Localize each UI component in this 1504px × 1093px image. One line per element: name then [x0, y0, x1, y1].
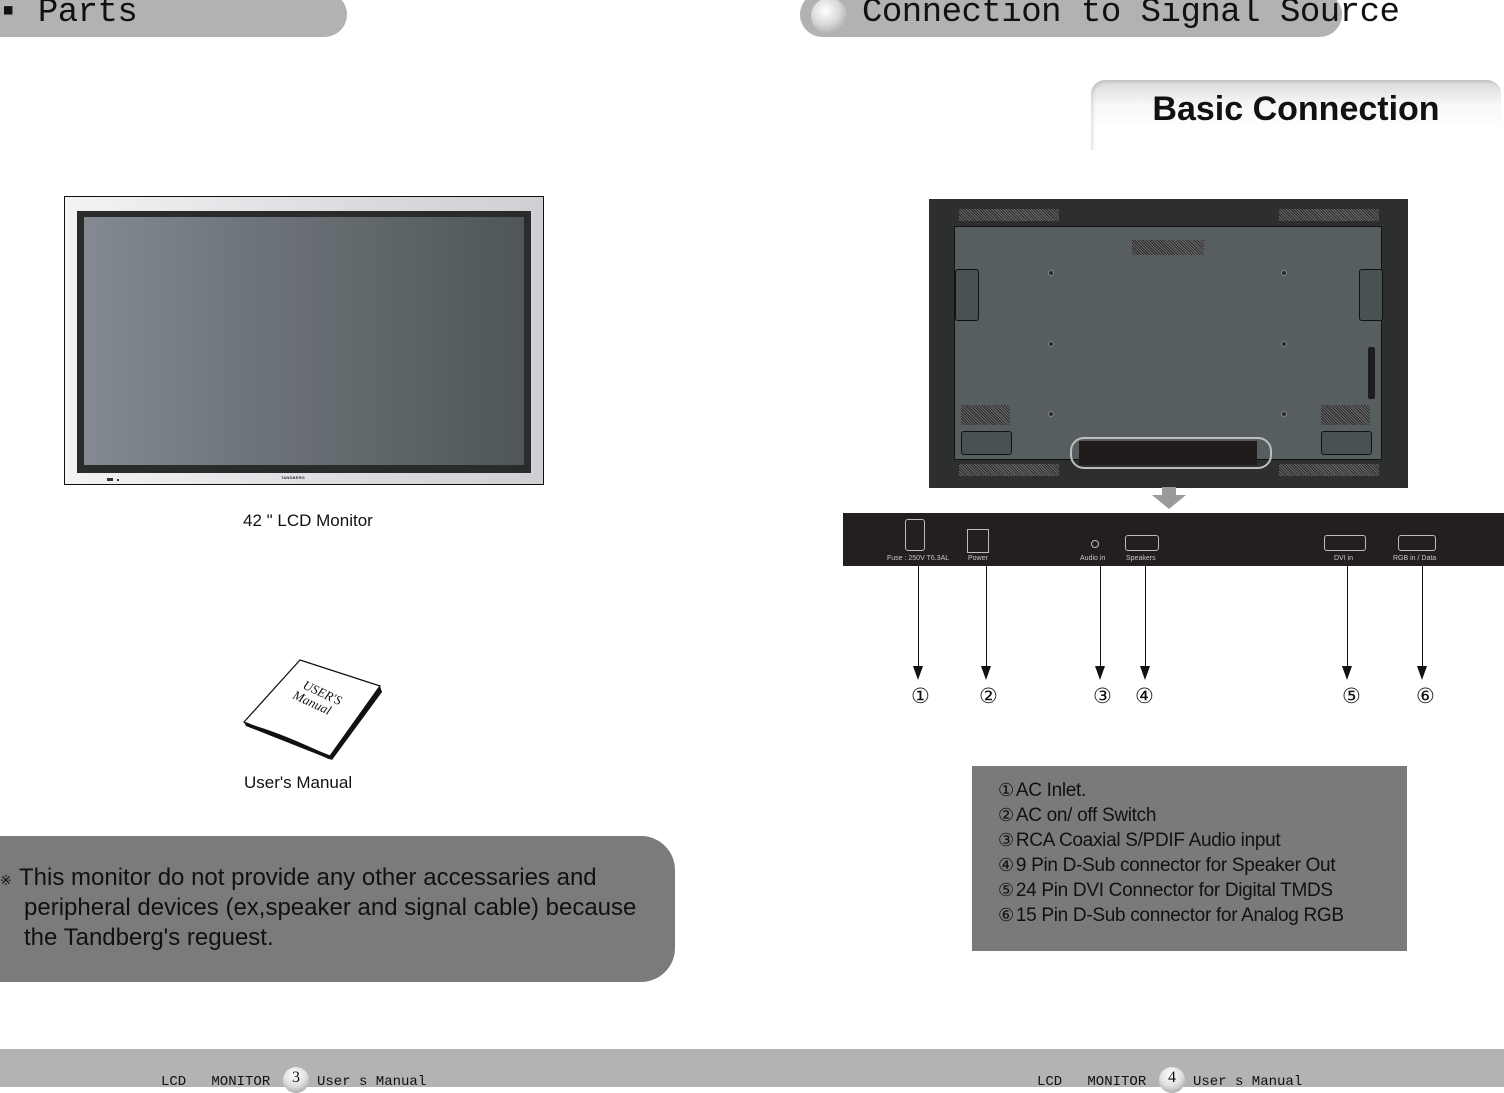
control-buttons-strip [1368, 347, 1375, 399]
legend-text: RCA Coaxial S/PDIF Audio input [1015, 830, 1281, 851]
manual-caption: User's Manual [244, 773, 353, 792]
monitor-brand-mark: TANDBERG [281, 475, 305, 480]
legend-number: ⑥ [998, 905, 1014, 925]
footer-left-label-p3: LCD MONITOR [161, 1074, 271, 1090]
legend-item: ④9 Pin D-Sub connector for Speaker Out [998, 855, 1336, 877]
parts-title-text: Parts [37, 0, 138, 32]
sensor-dot-icon [117, 479, 119, 481]
monitor-screen [84, 217, 524, 465]
note-line-3: the Tandberg's reguest. [24, 924, 274, 951]
footer-left-label-p4: LCD MONITOR [1037, 1074, 1147, 1090]
legend-text: 9 Pin D-Sub connector for Speaker Out [1015, 855, 1336, 876]
footer-right-label-p3: User s Manual [317, 1074, 427, 1090]
monitor-bezel [77, 211, 531, 473]
zoom-down-arrow-icon [1152, 487, 1186, 509]
footer-right-label-p4: User s Manual [1193, 1074, 1303, 1090]
monitor-caption: 42 " LCD Monitor [243, 511, 373, 530]
note-reference-mark-icon: ※ [0, 872, 12, 888]
vent-grille [1132, 240, 1204, 255]
bottom-handle [1321, 431, 1372, 455]
pointer-number-1: ① [911, 685, 930, 708]
legend-number: ⑤ [998, 880, 1014, 900]
legend-item: ① AC Inlet. [998, 780, 1086, 802]
legend-number: ③ [998, 830, 1014, 850]
label-dvi-in: DVI in [1334, 555, 1354, 562]
io-panel-highlight [1070, 437, 1272, 469]
vent-grille [961, 405, 1010, 425]
arrowhead-5-icon [1342, 666, 1352, 680]
mount-screw [1281, 270, 1287, 276]
pointer-number-2: ② [979, 685, 998, 708]
vent-grille [1279, 209, 1379, 221]
pointer-line-3 [1100, 566, 1101, 666]
legend-number: ① [998, 780, 1014, 800]
audio-in-jack-icon [1091, 540, 1099, 548]
connection-section-title: Connection to Signal Source [862, 0, 1400, 32]
side-handle [955, 269, 979, 321]
pointer-number-6: ⑥ [1416, 685, 1435, 708]
arrowhead-2-icon [981, 666, 991, 680]
pointer-line-2 [986, 566, 987, 666]
vent-grille [959, 464, 1059, 476]
rgb-dsub-icon [1398, 535, 1436, 551]
legend-number: ② [998, 805, 1014, 825]
legend-text: 15 Pin D-Sub connector for Analog RGB [1015, 905, 1344, 926]
label-power: Power [968, 555, 988, 562]
legend-item: ② AC on/ off Switch [998, 805, 1156, 827]
pointer-line-4 [1145, 566, 1146, 666]
side-handle [1359, 269, 1383, 321]
mount-screw [1048, 341, 1054, 347]
users-manual-book-icon: USER'S Manual [242, 659, 382, 760]
connector-panel-closeup: Fuse : 250V T6.3AL Power Audio in Speake… [843, 513, 1504, 566]
speakers-dsub-icon [1125, 535, 1159, 551]
vent-grille [959, 209, 1059, 221]
label-speakers: Speakers [1126, 555, 1156, 562]
label-audio-in: Audio in [1080, 555, 1106, 562]
ac-inlet-icon [905, 519, 925, 551]
bottom-handle [961, 431, 1012, 455]
arrowhead-6-icon [1417, 666, 1427, 680]
rear-panel [954, 226, 1383, 460]
arrowhead-4-icon [1140, 666, 1150, 680]
vent-grille [1321, 405, 1370, 425]
pointer-number-4: ④ [1135, 685, 1154, 708]
basic-connection-title: Basic Connection [1152, 90, 1440, 128]
arrowhead-3-icon [1095, 666, 1105, 680]
power-led-icon [107, 478, 113, 481]
mount-screw [1281, 411, 1287, 417]
pointer-line-6 [1422, 566, 1423, 666]
pointer-number-5: ⑤ [1342, 685, 1361, 708]
legend-item: ⑤ 24 Pin DVI Connector for Digital TMDS [998, 880, 1333, 902]
vent-grille [1279, 464, 1379, 476]
note-line-1: This monitor do not provide any other ac… [19, 864, 597, 891]
basic-connection-tab: Basic Connection [1091, 80, 1501, 150]
arrowhead-1-icon [913, 666, 923, 680]
lcd-monitor-front-image: TANDBERG [64, 196, 544, 485]
label-fuse: Fuse : 250V T6.3AL [887, 555, 950, 562]
dvi-port-icon [1324, 535, 1366, 551]
legend-item: ③ RCA Coaxial S/PDIF Audio input [998, 830, 1281, 852]
lcd-monitor-rear-image [929, 199, 1408, 488]
legend-item: ⑥ 15 Pin D-Sub connector for Analog RGB [998, 905, 1344, 927]
mount-screw [1048, 270, 1054, 276]
legend-number: ④ [998, 855, 1014, 875]
legend-text: 24 Pin DVI Connector for Digital TMDS [1015, 880, 1333, 901]
note-line-2: peripheral devices (ex,speaker and signa… [24, 894, 637, 921]
parts-section-title: ▪ Parts [0, 0, 138, 32]
power-switch-icon [967, 529, 989, 553]
legend-text: AC Inlet. [1015, 780, 1087, 801]
page-number-4: 4 [1168, 1069, 1176, 1086]
legend-text: AC on/ off Switch [1015, 805, 1157, 826]
pointer-number-3: ③ [1093, 685, 1112, 708]
pointer-line-1 [918, 566, 919, 666]
connector-legend-box: ① AC Inlet. ② AC on/ off Switch ③ RCA Coaxi… [972, 766, 1407, 951]
page-number-3: 3 [292, 1069, 300, 1086]
label-rgb-in: RGB in / Data [1393, 555, 1437, 562]
mount-screw [1281, 341, 1287, 347]
pointer-line-5 [1347, 566, 1348, 666]
mount-screw [1048, 411, 1054, 417]
